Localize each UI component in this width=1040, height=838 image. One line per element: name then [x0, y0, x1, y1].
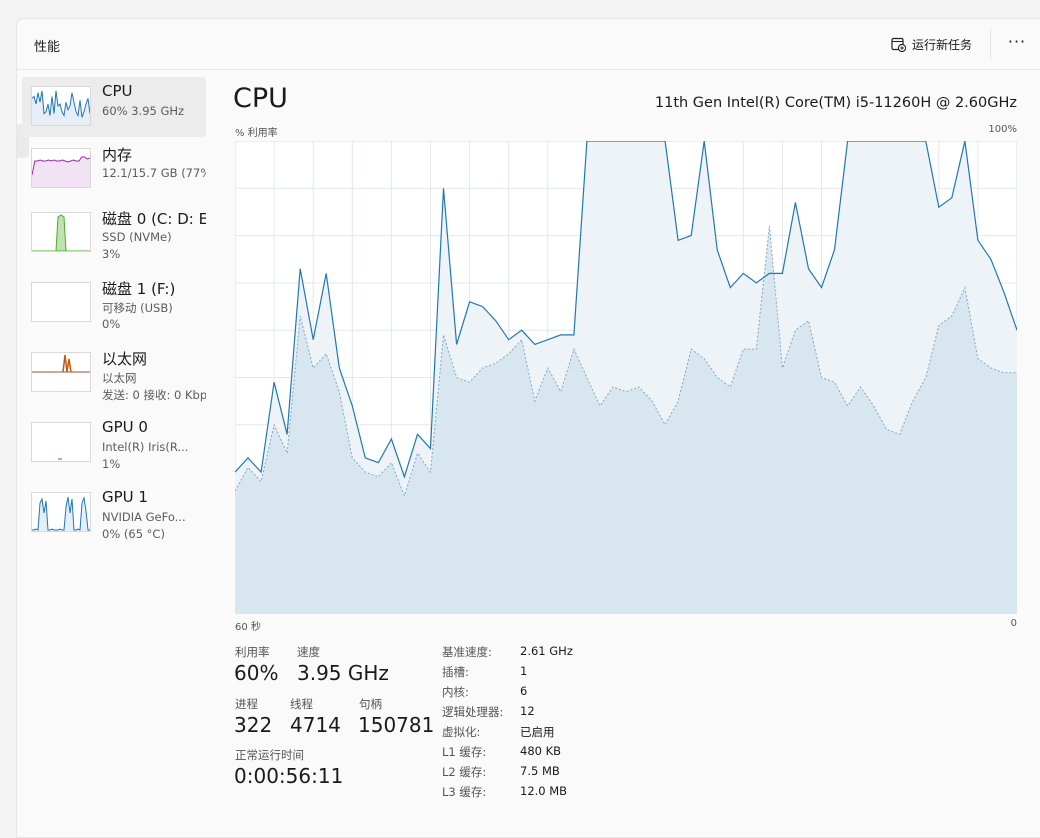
- spec-value: 480 KB: [520, 744, 562, 758]
- uptime-label: 正常运行时间: [235, 748, 304, 762]
- spec-label: 插槽:: [442, 665, 469, 679]
- spec-label: 逻辑处理器:: [442, 705, 504, 719]
- sidebar-item-detail: 可移动 (USB): [102, 301, 173, 315]
- sidebar-item-name: 以太网: [102, 350, 148, 368]
- sidebar-item-disk-1[interactable]: 磁盘 1 (F:) 可移动 (USB) 0%: [22, 273, 206, 333]
- utilization-label: 利用率: [235, 645, 270, 659]
- run-new-task-button[interactable]: 运行新任务: [891, 34, 972, 54]
- y-axis-label: % 利用率: [235, 128, 278, 139]
- sidebar-item-name: GPU 1: [102, 488, 148, 506]
- spec-label: L1 缓存:: [442, 745, 487, 759]
- cpu-model-name: 11th Gen Intel(R) Core(TM) i5-11260H @ 2…: [654, 95, 1017, 111]
- sidebar-item-detail-secondary: 3%: [102, 247, 121, 261]
- sidebar-item-detail-secondary: 0% (65 °C): [102, 527, 165, 541]
- x-axis-left-label: 60 秒: [235, 622, 261, 633]
- run-new-task-label: 运行新任务: [912, 37, 973, 52]
- spec-value: 1: [520, 664, 528, 678]
- spec-label: L2 缓存:: [442, 765, 487, 779]
- page-title: 性能: [34, 40, 61, 55]
- sidebar-thumbnail-graph: [31, 352, 91, 392]
- resource-title: CPU: [233, 83, 288, 114]
- sidebar-item-name: 磁盘 0 (C: D: E: [102, 210, 206, 228]
- sidebar-item-detail: Intel(R) Iris(R...: [102, 440, 189, 454]
- spec-value: 6: [520, 684, 528, 698]
- sidebar-item-detail-secondary: 1%: [102, 457, 121, 471]
- sidebar-thumbnail-graph: [31, 492, 91, 532]
- sidebar-item-detail: SSD (NVMe): [102, 230, 172, 244]
- speed-value: 3.95 GHz: [297, 661, 389, 685]
- run-task-icon: [891, 37, 906, 52]
- sidebar-item-detail: 60% 3.95 GHz: [102, 104, 185, 118]
- sidebar-thumbnail-graph: [31, 212, 91, 252]
- sidebar-item-name: 磁盘 1 (F:): [102, 280, 176, 298]
- sidebar-item-gpu-0[interactable]: GPU 0 Intel(R) Iris(R... 1%: [22, 413, 206, 473]
- processes-value: 322: [234, 713, 273, 737]
- sidebar-item-detail-secondary: 发送: 0 接收: 0 Kbps: [102, 388, 206, 402]
- sidebar-item-detail-secondary: 0%: [102, 317, 121, 331]
- sidebar-item-disk-0[interactable]: 磁盘 0 (C: D: E SSD (NVMe) 3%: [22, 203, 206, 263]
- sidebar-thumbnail-graph: [31, 148, 91, 188]
- sidebar-item-detail: NVIDIA GeFo...: [102, 510, 186, 524]
- sidebar-item-name: CPU: [102, 82, 133, 100]
- handles-value: 150781: [358, 713, 435, 737]
- spec-value: 7.5 MB: [520, 764, 560, 778]
- speed-label: 速度: [297, 645, 320, 659]
- spec-label: 基准速度:: [442, 645, 492, 659]
- spec-value: 2.61 GHz: [520, 644, 573, 658]
- task-manager-window: 性能 运行新任务 ··· CPU 60% 3.95 GHz 内存 12.1/15.7 …: [16, 18, 1040, 838]
- threads-label: 线程: [290, 697, 313, 711]
- header-bar: 性能 运行新任务 ···: [17, 19, 1040, 70]
- sidebar-item-detail: 12.1/15.7 GB (77%): [102, 166, 206, 180]
- sidebar-item-ethernet[interactable]: 以太网 以太网 发送: 0 接收: 0 Kbps: [22, 343, 206, 403]
- cpu-chart-svg: [234, 140, 1018, 615]
- y-axis-max-label: 100%: [988, 124, 1017, 135]
- utilization-value: 60%: [234, 661, 279, 685]
- spec-label: L3 缓存:: [442, 785, 487, 799]
- sidebar-thumbnail-graph: [31, 86, 91, 126]
- uptime-value: 0:00:56:11: [234, 764, 344, 788]
- sidebar-item-name: GPU 0: [102, 418, 148, 436]
- sidebar-thumbnail-graph: [31, 282, 91, 322]
- sidebar-thumbnail-graph: [31, 422, 91, 462]
- sidebar-item-gpu-1[interactable]: GPU 1 NVIDIA GeFo... 0% (65 °C): [22, 483, 206, 543]
- sidebar-item-detail: 以太网: [102, 371, 137, 385]
- sidebar-item-memory[interactable]: 内存 12.1/15.7 GB (77%): [22, 139, 206, 199]
- header-divider: [990, 29, 991, 59]
- more-options-button[interactable]: ···: [1005, 33, 1029, 55]
- spec-value: 12.0 MB: [520, 784, 568, 798]
- cpu-utilization-chart: [234, 140, 1018, 615]
- spec-label: 内核:: [442, 685, 469, 699]
- threads-value: 4714: [290, 713, 341, 737]
- spec-value: 12: [520, 704, 535, 718]
- spec-label: 虚拟化:: [442, 725, 481, 739]
- handles-label: 句柄: [359, 697, 382, 711]
- spec-value: 已启用: [520, 725, 555, 739]
- sidebar-item-cpu[interactable]: CPU 60% 3.95 GHz: [22, 77, 206, 137]
- sidebar-item-name: 内存: [102, 146, 133, 164]
- processes-label: 进程: [235, 697, 258, 711]
- x-axis-right-label: 0: [1010, 618, 1017, 629]
